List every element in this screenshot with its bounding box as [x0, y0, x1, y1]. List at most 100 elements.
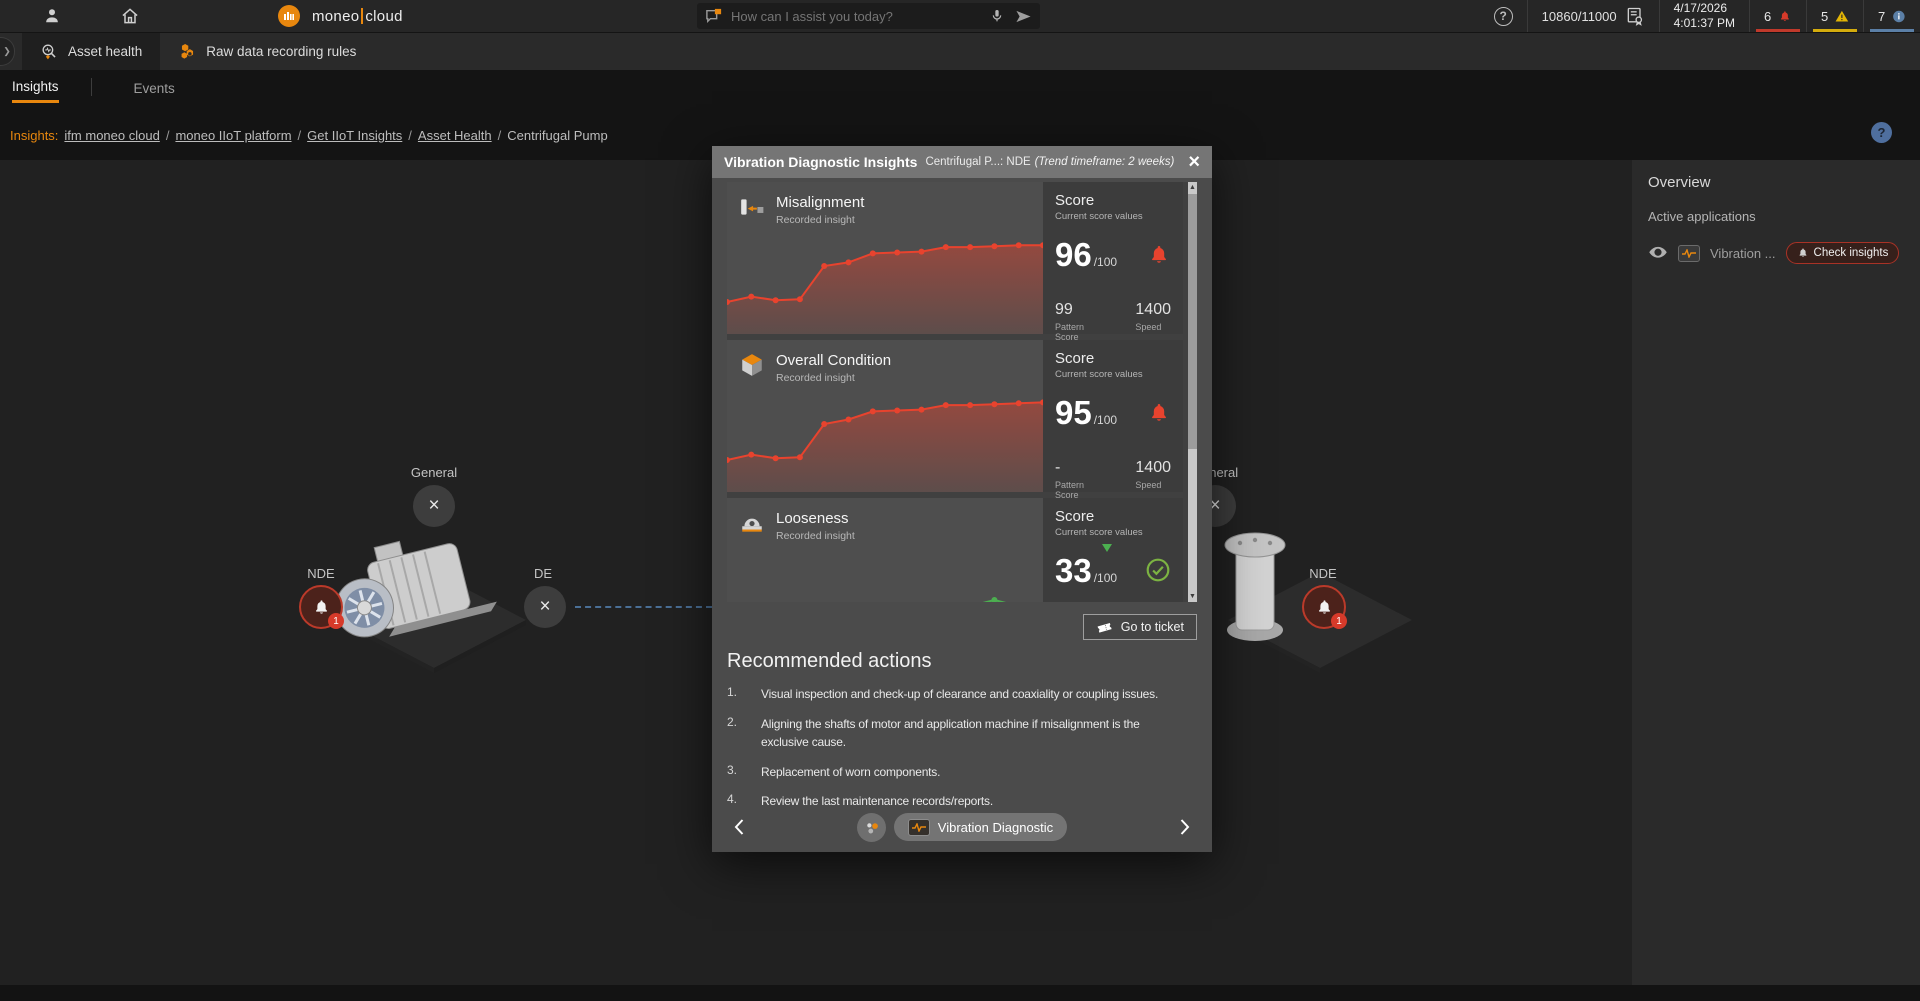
user-icon[interactable] — [42, 6, 62, 26]
alarm-bell-icon — [1147, 401, 1171, 425]
brand-divider — [361, 8, 363, 24]
alarms-badge[interactable]: 6 — [1749, 0, 1806, 32]
alarm-count: 6 — [1764, 9, 1771, 24]
breadcrumb-link-ifm-moneo-cloud[interactable]: ifm moneo cloud — [64, 128, 159, 143]
insight-card-misalignment[interactable]: Misalignment Recorded insight Score Curr… — [727, 182, 1183, 334]
breadcrumb-link-get-iiot-insights[interactable]: Get IIoT Insights — [307, 128, 402, 143]
item-number: 2. — [727, 715, 761, 752]
left-pump-de-close-button[interactable]: × — [524, 586, 566, 628]
dialog-title: Vibration Diagnostic Insights — [724, 154, 917, 170]
info-circle-icon — [1892, 8, 1906, 25]
breadcrumb-separator: / — [498, 128, 502, 143]
insight-title: Overall Condition — [776, 352, 891, 369]
vibration-diagnostic-app-pill[interactable]: Vibration Diagnostic — [894, 813, 1067, 841]
send-icon[interactable] — [1015, 9, 1032, 24]
left-pump-nde-label: NDE — [281, 566, 361, 581]
score-subtitle: Current score values — [1055, 527, 1171, 538]
dialog-subtitle: Centrifugal P...: NDE — [925, 156, 1030, 168]
overall-condition-cube-icon — [739, 352, 765, 378]
score-max: /100 — [1094, 571, 1117, 585]
subtab-insights[interactable]: Insights — [12, 71, 59, 103]
tab-raw-data-recording-rules[interactable]: Raw data recording rules — [160, 33, 374, 70]
application-name: Vibration ... — [1710, 246, 1776, 261]
score-value: 95 — [1055, 396, 1092, 429]
score-title: Score — [1055, 192, 1171, 209]
trend-down-indicator — [1102, 544, 1112, 552]
pattern-score-value: 99 — [1055, 301, 1109, 319]
subtab-divider — [91, 78, 92, 96]
info-underline — [1870, 29, 1914, 32]
license-certificate-icon[interactable] — [1625, 6, 1645, 26]
score-subtitle: Current score values — [1055, 211, 1171, 222]
tab-asset-health-label: Asset health — [68, 44, 142, 59]
right-pump-nde-label: NDE — [1283, 566, 1363, 581]
home-icon[interactable] — [120, 6, 140, 26]
assistant-input[interactable] — [731, 9, 989, 24]
subtab-events[interactable]: Events — [134, 73, 175, 102]
left-pump-nde-alarm-marker[interactable]: 1 — [299, 585, 343, 629]
insight-card-overall-condition[interactable]: Overall Condition Recorded insight Score… — [727, 340, 1183, 492]
breadcrumb-prefix: Insights: — [10, 128, 58, 143]
breadcrumb-link-moneo-iiot-platform[interactable]: moneo IIoT platform — [175, 128, 291, 143]
chat-assistant-icon — [705, 8, 723, 24]
warning-underline — [1813, 29, 1857, 32]
score-panel: Score Current score values 95 /100 - Pat… — [1043, 340, 1183, 492]
pattern-score-label: Pattern Score — [1055, 322, 1109, 342]
insight-card-looseness[interactable]: Looseness Recorded insight Score Current… — [727, 498, 1183, 602]
brand-title: moneo cloud — [312, 8, 403, 25]
left-motor-illustration — [325, 510, 545, 675]
recommended-action-item: 4. Review the last maintenance records/r… — [727, 792, 1197, 811]
breadcrumb-link-asset-health[interactable]: Asset Health — [418, 128, 492, 143]
right-pump-nde-alarm-marker[interactable]: 1 — [1302, 585, 1346, 629]
previous-application-button[interactable] — [726, 814, 752, 840]
speed-label: Speed — [1135, 322, 1171, 332]
alarm-bell-icon — [1147, 243, 1171, 267]
info-badge[interactable]: 7 — [1863, 0, 1920, 32]
microphone-icon[interactable] — [989, 7, 1005, 25]
item-number: 3. — [727, 763, 761, 782]
ok-check-icon — [1145, 557, 1171, 583]
help-glyph: ? — [1494, 7, 1513, 26]
license-counter: 10860/11000 — [1527, 0, 1659, 32]
scroll-down-arrow[interactable]: ▼ — [1188, 591, 1197, 602]
left-pump-general-label: General — [394, 465, 474, 480]
application-row: Vibration ... Check insights — [1648, 242, 1904, 264]
speed-value: 1400 — [1135, 459, 1171, 477]
warnings-badge[interactable]: 5 — [1806, 0, 1863, 32]
top-app-bar: moneo cloud ? 10860/11000 4/17/2026 — [0, 0, 1920, 32]
scroll-up-arrow[interactable]: ▲ — [1188, 182, 1197, 193]
score-title: Score — [1055, 508, 1171, 525]
date-text: 4/17/2026 — [1674, 1, 1735, 16]
visibility-eye-icon[interactable] — [1648, 246, 1668, 261]
scrollbar-thumb[interactable] — [1188, 194, 1197, 449]
score-subtitle: Current score values — [1055, 369, 1171, 380]
applications-menu-button[interactable] — [857, 813, 886, 842]
breadcrumb: Insights: ifm moneo cloud / moneo IIoT p… — [0, 120, 1920, 150]
alarm-bell-icon — [1778, 8, 1792, 25]
recommended-action-item: 1. Visual inspection and check-up of cle… — [727, 685, 1197, 704]
recommended-action-item: 2. Aligning the shafts of motor and appl… — [727, 715, 1197, 752]
datetime-display: 4/17/2026 4:01:37 PM — [1659, 0, 1749, 32]
tab-asset-health[interactable]: Asset health — [22, 33, 160, 70]
next-application-button[interactable] — [1172, 814, 1198, 840]
bell-icon — [1797, 247, 1809, 259]
go-to-ticket-button[interactable]: Go to ticket — [1083, 614, 1197, 640]
cards-scrollbar[interactable]: ▲ ▼ — [1188, 182, 1197, 602]
page-bottom-strip — [0, 985, 1920, 1001]
license-count-text: 10860/11000 — [1542, 9, 1617, 24]
ifm-logo[interactable] — [278, 5, 300, 27]
breadcrumb-current: Centrifugal Pump — [507, 128, 607, 143]
check-insights-button[interactable]: Check insights — [1786, 242, 1900, 264]
score-max: /100 — [1094, 255, 1117, 269]
close-dialog-button[interactable]: × — [1188, 152, 1200, 172]
asset-health-icon — [40, 42, 59, 61]
pattern-score-value: - — [1055, 459, 1109, 477]
item-text: Aligning the shafts of motor and applica… — [761, 715, 1181, 752]
pattern-score-label: Pattern Score — [1055, 480, 1109, 500]
raw-data-rules-icon — [178, 42, 197, 61]
page-help-button[interactable]: ? — [1871, 122, 1892, 143]
collapse-panel-handle[interactable]: ❯ — [0, 37, 15, 66]
trend-timeframe-label: (Trend timeframe: 2 weeks) — [1035, 156, 1175, 168]
help-button[interactable]: ? — [1480, 0, 1527, 32]
dialog-body: Misalignment Recorded insight Score Curr… — [712, 178, 1212, 852]
